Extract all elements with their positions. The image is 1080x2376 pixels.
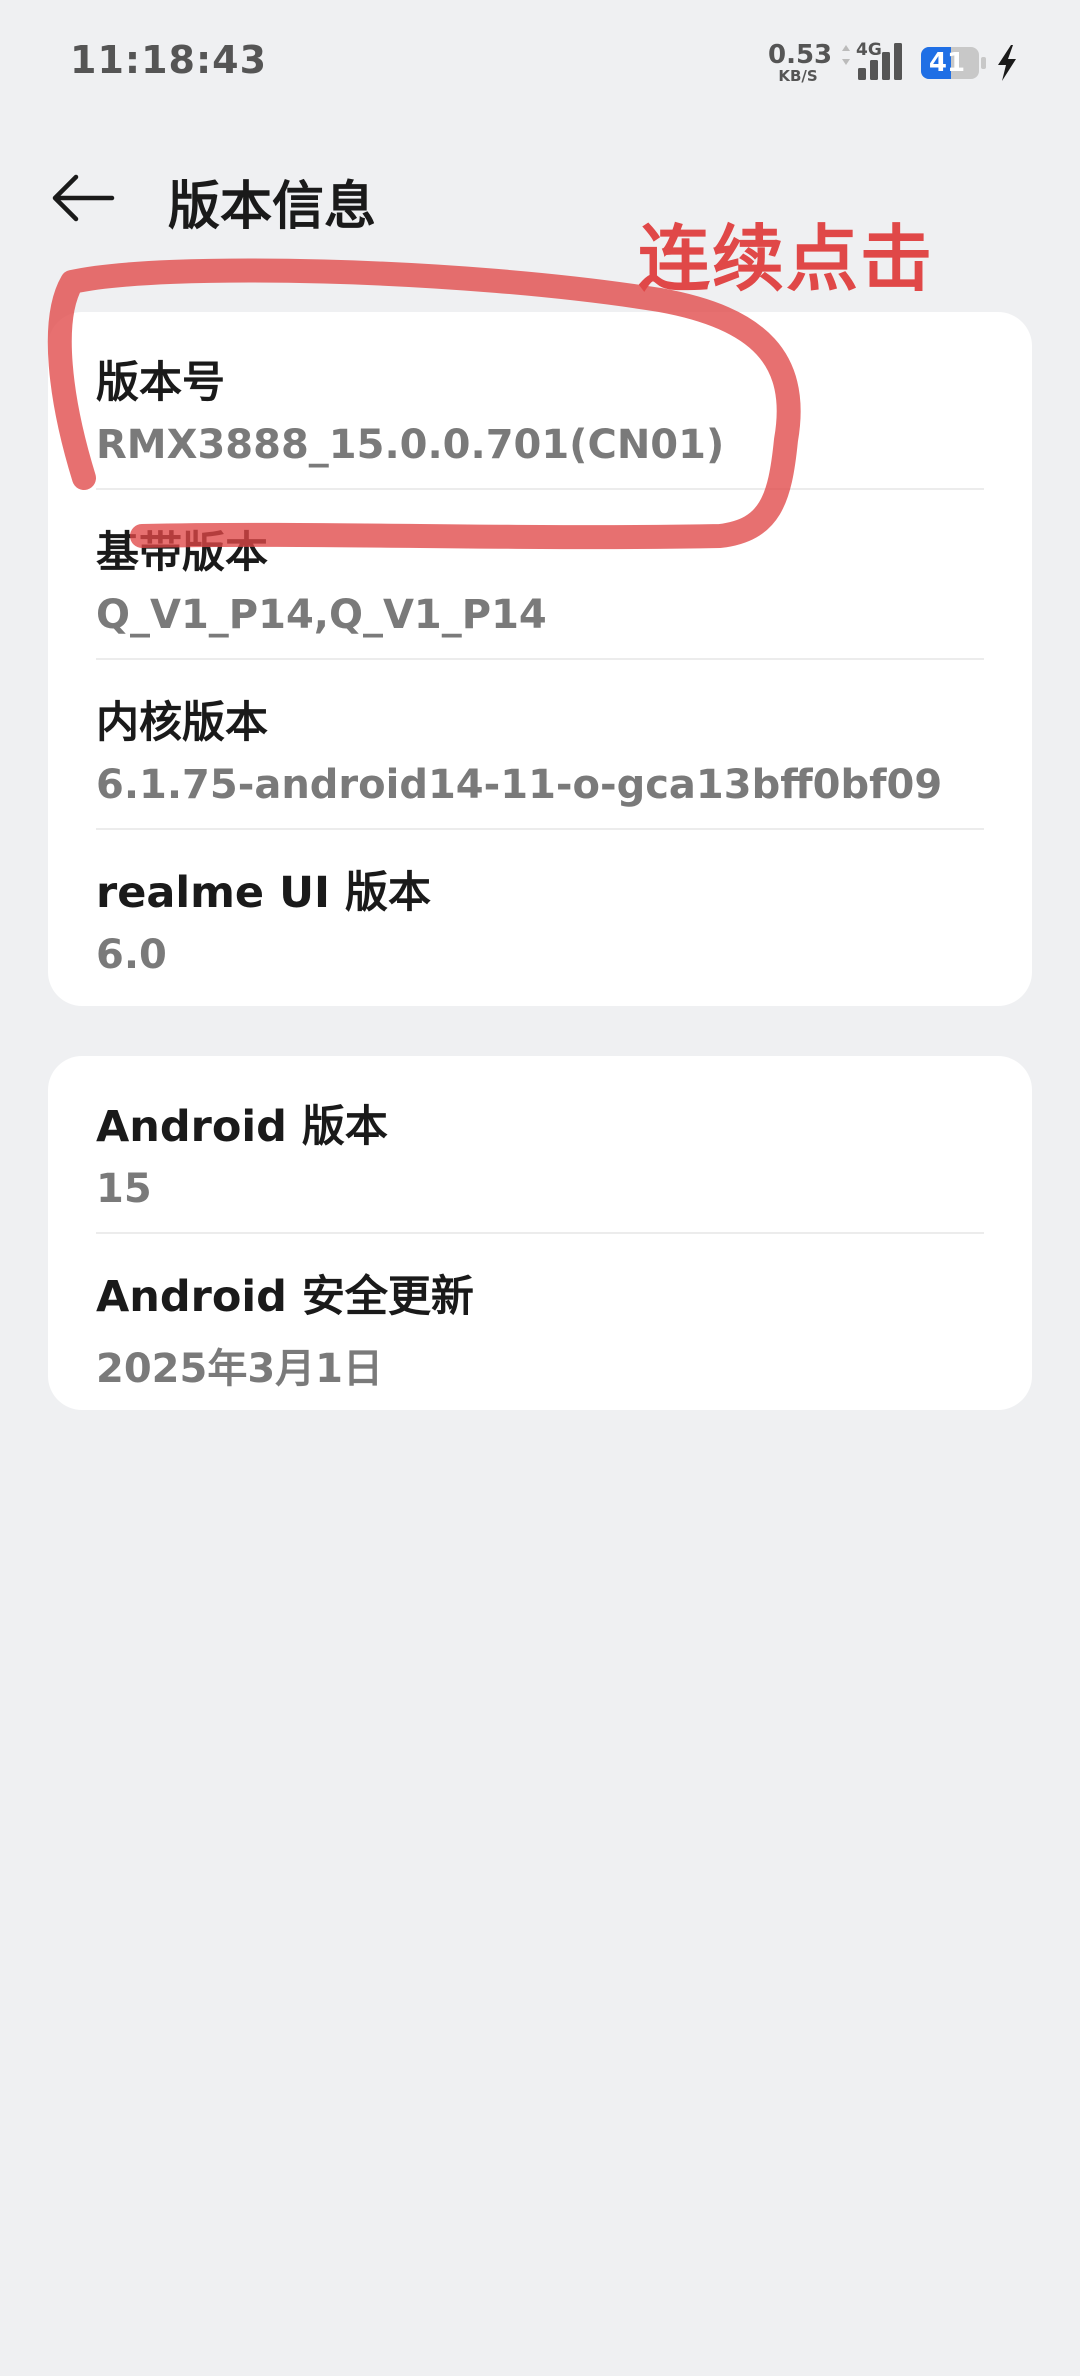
divider bbox=[96, 828, 984, 830]
charging-bolt-icon bbox=[998, 45, 1016, 81]
network-speed-value: 0.53 bbox=[768, 40, 833, 70]
divider bbox=[96, 488, 984, 490]
kernel-version-row[interactable]: 内核版本 6.1.75-android14-11-o-gca13bff0bf09 bbox=[96, 688, 984, 808]
baseband-version-row[interactable]: 基带版本 Q_V1_P14,Q_V1_P14 bbox=[96, 518, 984, 638]
divider bbox=[96, 658, 984, 660]
row-title: 基带版本 bbox=[96, 528, 268, 578]
row-value: 6.0 bbox=[96, 932, 167, 978]
network-speed: 0.53 KB/S bbox=[768, 40, 833, 85]
android-security-update-row[interactable]: Android 安全更新 2025年3月1日 bbox=[96, 1262, 984, 1394]
row-value: 2025年3月1日 bbox=[96, 1346, 383, 1392]
network-speed-unit: KB/S bbox=[778, 67, 818, 85]
annotation-label: 连续点击 bbox=[638, 217, 935, 301]
page-title: 版本信息 bbox=[168, 177, 377, 237]
row-value: Q_V1_P14,Q_V1_P14 bbox=[96, 592, 547, 638]
row-value: 6.1.75-android14-11-o-gca13bff0bf09 bbox=[96, 762, 943, 808]
status-time: 11:18:43 bbox=[70, 38, 268, 82]
android-version-card: Android 版本 15 Android 安全更新 2025年3月1日 bbox=[48, 1056, 1032, 1410]
data-activity-icon bbox=[842, 45, 850, 65]
status-bar: 11:18:43 0.53 KB/S 4G 41 bbox=[0, 0, 1080, 126]
row-value: RMX3888_15.0.0.701(CN01) bbox=[96, 422, 725, 468]
divider bbox=[96, 1232, 984, 1234]
row-title: Android 版本 bbox=[96, 1102, 388, 1152]
realme-ui-version-row[interactable]: realme UI 版本 6.0 bbox=[96, 858, 984, 978]
software-version-card: 版本号 RMX3888_15.0.0.701(CN01) 基带版本 Q_V1_P… bbox=[48, 312, 1032, 1006]
android-version-row[interactable]: Android 版本 15 bbox=[96, 1092, 984, 1212]
back-arrow-icon[interactable] bbox=[44, 160, 124, 240]
row-value: 15 bbox=[96, 1166, 152, 1212]
row-title: Android 安全更新 bbox=[96, 1272, 474, 1322]
battery-level: 41 bbox=[928, 48, 966, 78]
signal-bars-icon bbox=[858, 43, 902, 80]
row-title: 版本号 bbox=[96, 358, 225, 408]
row-title: 内核版本 bbox=[96, 698, 268, 748]
row-title: realme UI 版本 bbox=[96, 868, 431, 918]
version-number-row[interactable]: 版本号 RMX3888_15.0.0.701(CN01) bbox=[96, 348, 984, 468]
